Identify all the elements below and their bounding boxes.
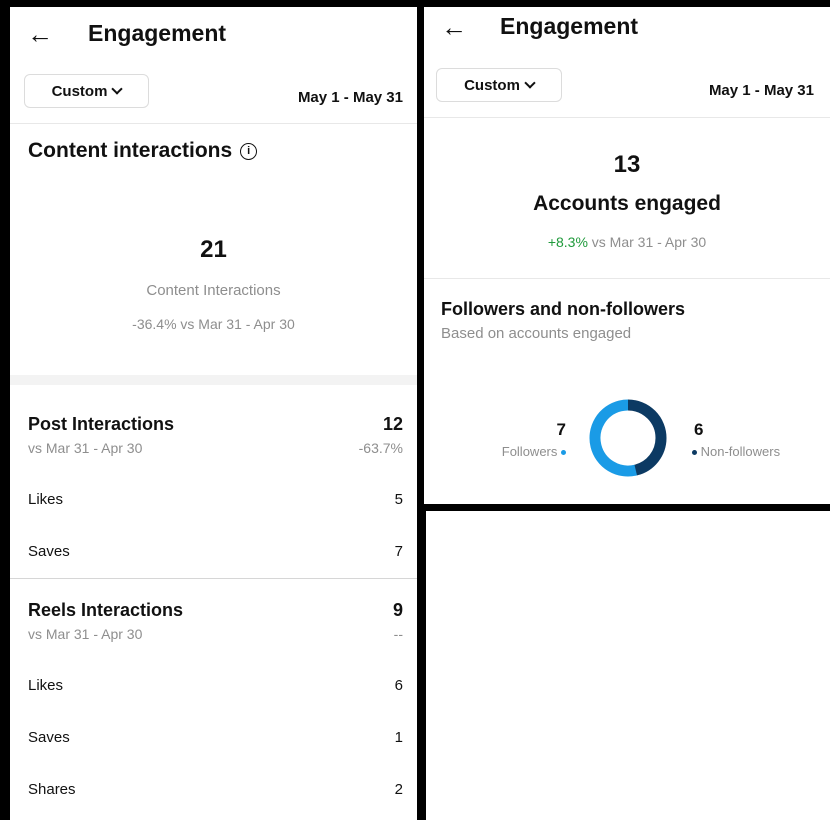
custom-range-label: Custom: [464, 76, 520, 94]
back-arrow-icon[interactable]: ←: [441, 14, 467, 40]
reels-likes-label: Likes: [28, 677, 64, 694]
empty-panel: [426, 511, 830, 820]
post-likes-value: 5: [394, 491, 403, 508]
accounts-engaged-label: Accounts engaged: [533, 192, 721, 215]
info-icon[interactable]: i: [240, 142, 258, 160]
content-interactions-label: Content Interactions: [146, 282, 281, 299]
chevron-down-icon: [111, 83, 124, 95]
post-saves-label: Saves: [28, 543, 70, 560]
non-followers-label: Non-followers: [700, 444, 781, 459]
custom-range-dropdown[interactable]: Custom: [436, 68, 562, 102]
followers-dot-icon: [561, 450, 566, 456]
reels-interactions-title: Reels Interactions: [28, 600, 184, 620]
followers-legend: Followers: [502, 444, 566, 459]
custom-range-label: Custom: [51, 82, 108, 100]
followers-donut-chart: [589, 399, 667, 477]
non-followers-dot-icon: [692, 450, 697, 456]
change-percent: +8.3%: [547, 234, 588, 250]
reels-shares-label: Shares: [28, 781, 76, 798]
page-title: Engagement: [88, 20, 227, 46]
non-followers-legend: Non-followers: [692, 444, 780, 459]
post-likes-label: Likes: [28, 491, 64, 508]
back-arrow-icon[interactable]: ←: [27, 21, 53, 47]
section-separator: [10, 375, 417, 385]
divider: [10, 578, 417, 579]
content-interactions-total: 21: [200, 236, 227, 263]
post-interactions-value: 12: [382, 414, 403, 434]
post-interactions-subtitle: vs Mar 31 - Apr 30: [28, 440, 143, 456]
followers-count: 7: [556, 420, 566, 439]
chevron-down-icon: [524, 77, 536, 89]
content-interactions-screen: ← Engagement Custom May 1 - May 31 Conte…: [10, 7, 417, 820]
divider: [10, 123, 417, 124]
section-title-text: Content interactions: [28, 139, 233, 162]
breakdown-title: Followers and non-followers: [441, 299, 686, 319]
divider: [424, 117, 830, 118]
reels-interactions-change: --: [393, 626, 403, 642]
post-saves-value: 7: [394, 543, 403, 560]
accounts-engaged-comparison: +8.3% vs Mar 31 - Apr 30: [424, 234, 830, 250]
accounts-engaged-screen: ← Engagement Custom May 1 - May 31 13 Ac…: [424, 7, 830, 504]
accounts-engaged-count: 13: [613, 151, 641, 178]
reels-interactions-value: 9: [392, 600, 403, 620]
reels-saves-value: 1: [394, 729, 403, 746]
reels-likes-value: 6: [394, 677, 403, 694]
date-range: May 1 - May 31: [708, 82, 814, 99]
reels-saves-label: Saves: [28, 729, 70, 746]
custom-range-dropdown[interactable]: Custom: [24, 74, 149, 108]
page-title: Engagement: [500, 13, 639, 39]
followers-label: Followers: [501, 444, 558, 459]
date-range: May 1 - May 31: [297, 89, 403, 106]
reels-shares-value: 2: [394, 781, 403, 798]
post-interactions-title: Post Interactions: [28, 414, 175, 434]
breakdown-subtitle: Based on accounts engaged: [441, 325, 632, 342]
post-interactions-change: -63.7%: [358, 440, 403, 456]
section-title: Content interactions i: [28, 139, 258, 163]
divider: [424, 278, 830, 279]
non-followers-count: 6: [694, 420, 704, 439]
content-interactions-comparison: -36.4% vs Mar 31 - Apr 30: [132, 316, 295, 332]
change-period: vs Mar 31 - Apr 30: [587, 234, 707, 250]
reels-interactions-subtitle: vs Mar 31 - Apr 30: [28, 626, 143, 642]
